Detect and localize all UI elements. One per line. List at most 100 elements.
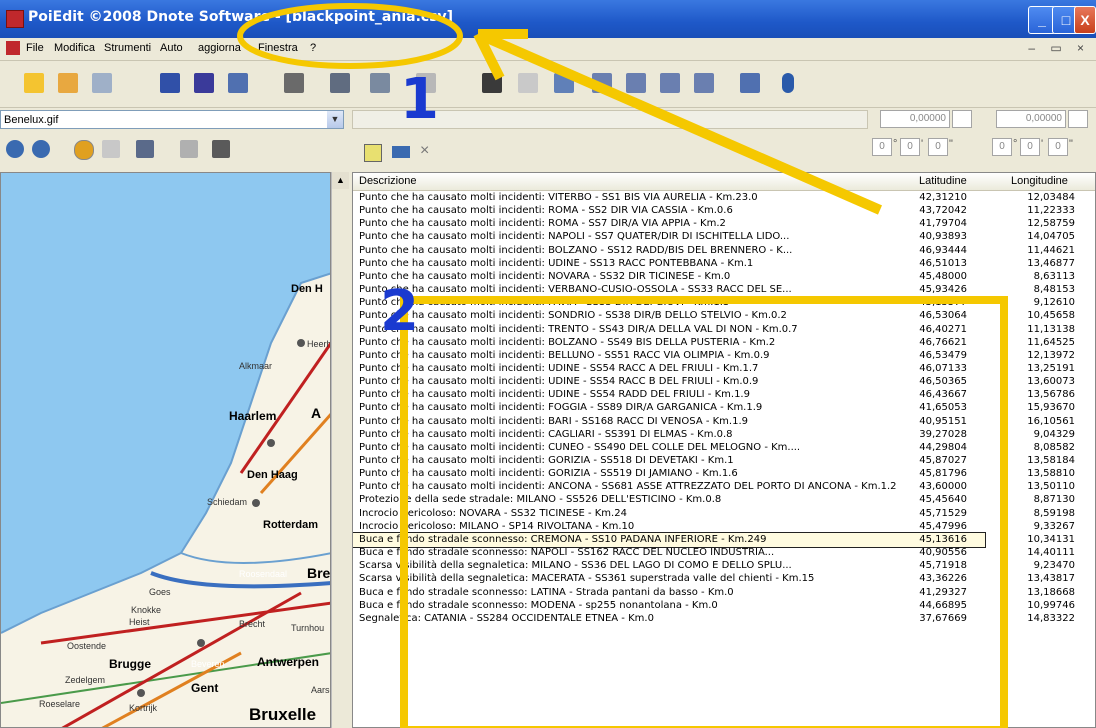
cell-longitude: 8,87130 xyxy=(1033,494,1075,506)
map-label: Aarsc xyxy=(311,685,330,695)
table-row[interactable]: Punto che ha causato molti incidenti: RO… xyxy=(353,217,1095,231)
table-row[interactable]: Punto che ha causato molti incidenti: AN… xyxy=(353,480,1095,494)
mdi-controls[interactable]: – ▭ × xyxy=(1028,41,1090,55)
map-view[interactable]: Den H Heerh Alkmaar Haarlem A Den Haag S… xyxy=(0,172,331,728)
document-icon[interactable] xyxy=(740,73,760,93)
lat-minutes-input[interactable]: 0 xyxy=(900,138,920,156)
map-label: Alkmaar xyxy=(239,361,273,371)
table-row[interactable]: Punto che ha causato molti incidenti: BO… xyxy=(353,244,1095,258)
table-row[interactable]: Buca e fondo stradale sconnesso: NAPOLI … xyxy=(353,546,1095,560)
table-row[interactable]: Punto che ha causato molti incidenti: BA… xyxy=(353,415,1095,429)
lat-seconds-input[interactable]: 0 xyxy=(928,138,948,156)
save-as-icon[interactable] xyxy=(194,73,214,93)
latitude-decimal-input[interactable]: 0,00000 xyxy=(880,110,950,128)
latitude-extra-input[interactable] xyxy=(952,110,972,128)
table-row[interactable]: Punto che ha causato molti incidenti: VE… xyxy=(353,283,1095,297)
header-latitude[interactable]: Latitudine xyxy=(919,175,967,187)
table-row[interactable]: Punto che ha causato molti incidenti: BE… xyxy=(353,349,1095,363)
table-row[interactable]: Incrocio pericoloso: MILANO - SP14 RIVOL… xyxy=(353,520,1095,534)
table-row[interactable]: Punto che ha causato molti incidenti: SO… xyxy=(353,309,1095,323)
description-field[interactable] xyxy=(352,110,868,129)
menu-aggiorna[interactable]: aggiorna xyxy=(198,42,241,54)
table-row[interactable]: Punto che ha causato molti incidenti: RO… xyxy=(353,204,1095,218)
print-icon[interactable] xyxy=(180,140,198,158)
lon-seconds-input[interactable]: 0 xyxy=(1048,138,1068,156)
header-longitude[interactable]: Longitudine xyxy=(1011,175,1068,187)
table-row[interactable]: Punto che ha causato molti incidenti: CA… xyxy=(353,428,1095,442)
table-row[interactable]: Punto che ha causato molti incidenti: UD… xyxy=(353,388,1095,402)
table-row[interactable]: Punto che ha causato molti incidenti: UD… xyxy=(353,375,1095,389)
map-label: Haarlem xyxy=(229,409,277,423)
edit-icon[interactable] xyxy=(92,73,112,93)
zoom-out-icon[interactable] xyxy=(32,140,50,158)
title-bar[interactable]: PoiEdit ©2008 Dnote Software - [blackpoi… xyxy=(0,0,1096,38)
export-icon[interactable] xyxy=(694,73,714,93)
open-folder-icon[interactable] xyxy=(58,73,78,93)
lat-degrees-input[interactable]: 0 xyxy=(872,138,892,156)
tool-icon[interactable] xyxy=(284,73,304,93)
poi-list[interactable]: Descrizione Latitudine Longitudine Punto… xyxy=(352,172,1096,728)
zoom-icon[interactable] xyxy=(416,73,436,93)
table-row[interactable]: Scarsa visibilità della segnaletica: MIL… xyxy=(353,559,1095,573)
table-row[interactable]: Incrocio pericoloso: NOVARA - SS32 TICIN… xyxy=(353,507,1095,521)
map-select-value: Benelux.gif xyxy=(4,114,59,126)
list-icon[interactable] xyxy=(592,73,612,93)
map-select[interactable]: Benelux.gif ▼ xyxy=(0,110,344,129)
header-description[interactable]: Descrizione xyxy=(359,175,416,187)
copy-icon[interactable] xyxy=(660,73,680,93)
table-row[interactable]: Punto che ha causato molti incidenti: FO… xyxy=(353,401,1095,415)
scroll-up-icon[interactable]: ▲ xyxy=(332,172,349,189)
table-row[interactable]: Punto che ha causato molti incidenti: NO… xyxy=(353,270,1095,284)
longitude-extra-input[interactable] xyxy=(1068,110,1088,128)
close-button[interactable]: X xyxy=(1074,6,1096,34)
lon-degrees-input[interactable]: 0 xyxy=(992,138,1012,156)
table-row[interactable]: Punto che ha causato molti incidenti: VI… xyxy=(353,191,1095,205)
table-row[interactable]: Punto che ha causato molti incidenti: PA… xyxy=(353,296,1095,310)
import-icon[interactable] xyxy=(392,146,410,158)
pan-icon[interactable] xyxy=(74,140,94,160)
table-row[interactable]: Buca e fondo stradale sconnesso: MODENA … xyxy=(353,599,1095,613)
save-icon[interactable] xyxy=(160,73,180,93)
table-row[interactable]: Punto che ha causato molti incidenti: UD… xyxy=(353,362,1095,376)
checkbox-icon[interactable] xyxy=(364,144,382,162)
menu-modifica[interactable]: Modifica xyxy=(54,42,95,54)
search-icon[interactable] xyxy=(370,73,390,93)
table-row[interactable]: Protezione della sede stradale: MILANO -… xyxy=(353,493,1095,507)
table-row[interactable]: Punto che ha causato molti incidenti: NA… xyxy=(353,230,1095,244)
cell-longitude: 13,46877 xyxy=(1027,257,1075,269)
table-row[interactable]: Punto che ha causato molti incidenti: CU… xyxy=(353,441,1095,455)
delete-icon[interactable]: × xyxy=(420,142,429,160)
camera-icon[interactable] xyxy=(212,140,230,158)
chevron-down-icon[interactable]: ▼ xyxy=(327,111,343,128)
help-icon[interactable] xyxy=(782,73,794,93)
cell-latitude: 46,40271 xyxy=(919,323,967,335)
binoculars-icon[interactable] xyxy=(330,73,350,93)
menu-auto[interactable]: Auto xyxy=(160,42,183,54)
table-row[interactable]: Punto che ha causato molti incidenti: TR… xyxy=(353,323,1095,337)
lon-minutes-input[interactable]: 0 xyxy=(1020,138,1040,156)
menu-help[interactable]: ? xyxy=(310,42,316,54)
table-row[interactable]: Punto che ha causato molti incidenti: UD… xyxy=(353,257,1095,271)
menu-finestra[interactable]: Finestra xyxy=(258,42,298,54)
table-row[interactable]: Punto che ha causato molti incidenti: BO… xyxy=(353,336,1095,350)
table-row[interactable]: Segnaletica: CATANIA - SS284 OCCIDENTALE… xyxy=(353,612,1095,626)
menu-strumenti[interactable]: Strumenti xyxy=(104,42,151,54)
columns-icon[interactable] xyxy=(626,73,646,93)
table-row[interactable]: Punto che ha causato molti incidenti: GO… xyxy=(353,467,1095,481)
pen-icon[interactable] xyxy=(482,73,502,93)
zoom-in-icon[interactable] xyxy=(6,140,24,158)
crosshair-icon[interactable] xyxy=(102,140,120,158)
new-file-icon[interactable] xyxy=(24,73,44,93)
globe-icon[interactable] xyxy=(554,73,574,93)
longitude-decimal-input[interactable]: 0,00000 xyxy=(996,110,1066,128)
table-row[interactable]: Punto che ha causato molti incidenti: GO… xyxy=(353,454,1095,468)
table-row[interactable]: Scarsa visibilità della segnaletica: MAC… xyxy=(353,572,1095,586)
save-all-icon[interactable] xyxy=(228,73,248,93)
map-scrollbar[interactable]: ▲ xyxy=(331,172,349,728)
table-row[interactable]: Buca e fondo stradale sconnesso: CREMONA… xyxy=(353,531,1075,548)
menu-file[interactable]: File xyxy=(26,42,44,54)
table-row[interactable]: Buca e fondo stradale sconnesso: LATINA … xyxy=(353,586,1095,600)
marker-icon[interactable] xyxy=(136,140,154,158)
cell-longitude: 13,43817 xyxy=(1027,573,1075,585)
key-icon[interactable] xyxy=(518,73,538,93)
